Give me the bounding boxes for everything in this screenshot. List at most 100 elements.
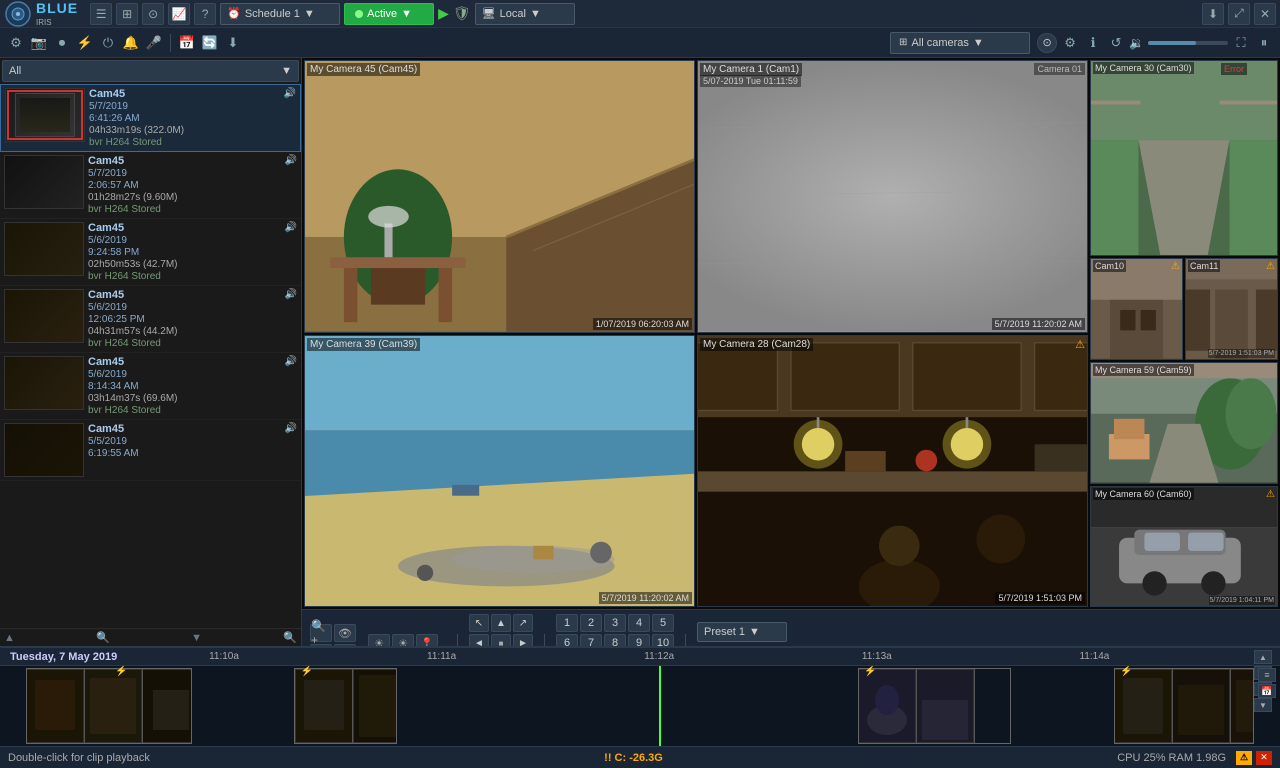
num-2[interactable]: 2	[580, 614, 602, 632]
ptz-up-right[interactable]: ↗	[513, 614, 533, 632]
clip-item[interactable]: Cam45 5/6/2019 12:06:25 PM 04h31m57s (44…	[0, 286, 301, 353]
warning-badge[interactable]: ⚠	[1236, 751, 1252, 765]
cam60-cell[interactable]: My Camera 60 (Cam60) ⚠ 5/7/2019 1:04:11 …	[1090, 486, 1278, 608]
ptz-up-left[interactable]: ↖	[469, 614, 489, 632]
time-label-4: 11:13a	[862, 651, 892, 662]
clip-item[interactable]: Cam45 5/6/2019 9:24:58 PM 02h50m53s (42.…	[0, 219, 301, 286]
scroll-down-icon[interactable]: ▼	[191, 632, 202, 644]
num-5[interactable]: 5	[652, 614, 674, 632]
second-bar: ⚙ 📷 ⏺ ⚡ ⏻ 🔔 🎤 📅 🔄 ⬇ ⊞ All cameras ▼ ⊙ ⚙ …	[0, 28, 1280, 58]
cam45-cell[interactable]: My Camera 45 (Cam45) 1/07/2019 06:20:03 …	[304, 60, 695, 333]
volume-icon[interactable]: 🔉	[1129, 36, 1144, 50]
fullscreen-icon[interactable]: ⛶	[1231, 33, 1251, 53]
timeline-header: Tuesday, 7 May 2019 11:10a 11:11a 11:12a…	[0, 648, 1280, 666]
expand-button[interactable]: ⤢	[1228, 3, 1250, 25]
refresh-icon2[interactable]: 🔄	[200, 33, 220, 53]
help-icon[interactable]: ?	[194, 3, 216, 25]
cam11-cell[interactable]: Cam11 ⚠ 5/7-2019 1:51:03 PM	[1185, 258, 1278, 360]
pause-icon[interactable]: ⏸	[1254, 33, 1274, 53]
clip-codec: bvr H264 Stored	[88, 405, 281, 416]
power-icon[interactable]: ⏻	[98, 33, 118, 53]
cam10-cell[interactable]: Cam10 ⚠	[1090, 258, 1183, 360]
tl-scroll-up[interactable]: ▲	[1254, 650, 1272, 664]
cam28-cell[interactable]: My Camera 28 (Cam28) ⚠ 5/7/2019 1:51:03 …	[697, 335, 1088, 608]
logo-text: BLUE	[36, 0, 78, 16]
gear-icon[interactable]: ⚙	[1060, 33, 1080, 53]
mic-icon[interactable]: 🎤	[144, 33, 164, 53]
clip-time: 8:14:34 AM	[88, 381, 281, 392]
cam28-label: My Camera 28 (Cam28)	[700, 338, 813, 351]
chart-icon[interactable]: 📈	[168, 3, 190, 25]
clip-name: Cam45	[88, 289, 281, 301]
tl-thumb	[859, 669, 917, 743]
tl-cam-list[interactable]: ≡	[1258, 668, 1276, 682]
clip-info: Cam45 5/7/2019 6:41:26 AM 04h33m19s (322…	[89, 88, 280, 148]
cam10-11-row: Cam10 ⚠ Cam11	[1090, 258, 1278, 360]
clip-codec: bvr H264 Stored	[88, 338, 281, 349]
cam30-cell[interactable]: My Camera 30 (Cam30) Error	[1090, 60, 1278, 256]
scroll-up-icon[interactable]: ▲	[4, 632, 15, 644]
cameras-dropdown[interactable]: ⊞ All cameras ▼	[890, 32, 1030, 54]
clip-date: 5/5/2019	[88, 436, 281, 447]
tl-segment[interactable]	[26, 668, 192, 744]
preset-dropdown[interactable]: Preset 1 ▼	[697, 622, 787, 642]
ptz-up[interactable]: ▲	[491, 614, 511, 632]
status-bar: Double-click for clip playback !! C: -26…	[0, 746, 1280, 768]
clip-item[interactable]: Cam45 5/5/2019 6:19:55 AM 🔊	[0, 420, 301, 481]
clock-icon[interactable]: ⊙	[142, 3, 164, 25]
separator-1	[170, 34, 171, 52]
volume-slider[interactable]	[1148, 41, 1228, 45]
topbar-close-button[interactable]: ✕	[1254, 3, 1276, 25]
menu-icon[interactable]: ☰	[90, 3, 112, 25]
cam1-cell[interactable]: My Camera 1 (Cam1) 5/07-2019 Tue 01:11:5…	[697, 60, 1088, 333]
alarm-icon[interactable]: 🔔	[121, 33, 141, 53]
tl-segment[interactable]	[1114, 668, 1255, 744]
monitor-icon: 🖥	[482, 7, 496, 20]
download2-icon[interactable]: ⬇	[223, 33, 243, 53]
target-icon[interactable]: ⊙	[1037, 33, 1057, 53]
error-badge[interactable]: ✕	[1256, 751, 1272, 765]
active-button[interactable]: Active ▼	[344, 3, 434, 25]
clip-list[interactable]: Cam45 5/7/2019 6:41:26 AM 04h33m19s (322…	[0, 84, 301, 628]
info-icon[interactable]: ℹ	[1083, 33, 1103, 53]
flash-icon[interactable]: ⚡	[75, 33, 95, 53]
clip-item[interactable]: Cam45 5/6/2019 8:14:34 AM 03h14m37s (69.…	[0, 353, 301, 420]
view-icon[interactable]: 👁	[334, 624, 356, 642]
timeline-tracks[interactable]: ≡ 📅 ⚡ ⚡ ⚡ ⚡	[0, 666, 1280, 746]
clip-item[interactable]: Cam45 5/7/2019 6:41:26 AM 04h33m19s (322…	[0, 84, 301, 152]
camera-capture-icon[interactable]: 📷	[29, 33, 49, 53]
num-1[interactable]: 1	[556, 614, 578, 632]
download-button[interactable]: ⬇	[1202, 3, 1224, 25]
clip-time: 6:19:55 AM	[88, 448, 281, 459]
reload-icon[interactable]: ↺	[1106, 33, 1126, 53]
zoom-out-icon[interactable]: 🔍	[283, 631, 297, 644]
cam59-cell[interactable]: My Camera 59 (Cam59)	[1090, 362, 1278, 484]
tl-segment[interactable]	[294, 668, 396, 744]
settings-icon[interactable]: ⚙	[6, 33, 26, 53]
clip-thumbnail	[4, 155, 84, 209]
clip-item[interactable]: Cam45 5/7/2019 2:06:57 AM 01h28m27s (9.6…	[0, 152, 301, 219]
local-dropdown[interactable]: 🖥 Local ▼	[475, 3, 575, 25]
num-3[interactable]: 3	[604, 614, 626, 632]
play-button[interactable]: ▶	[438, 5, 449, 22]
zoom-search-icon[interactable]: 🔍	[96, 631, 110, 644]
filter-dropdown[interactable]: All ▼	[2, 60, 299, 82]
camera-grid: My Camera 45 (Cam45) 1/07/2019 06:20:03 …	[302, 58, 1280, 609]
tl-segment[interactable]	[858, 668, 1012, 744]
tl-thumb	[1115, 669, 1173, 743]
logo-sub: IRIS	[36, 18, 78, 27]
camera-area: My Camera 45 (Cam45) 1/07/2019 06:20:03 …	[302, 58, 1280, 646]
cam1-id: Camera 01	[1034, 63, 1085, 75]
calendar-icon[interactable]: 📅	[177, 33, 197, 53]
num-4[interactable]: 4	[628, 614, 650, 632]
event-marker-4: ⚡	[1120, 666, 1132, 677]
logo-icon	[4, 0, 32, 28]
cam39-cell[interactable]: My Camera 39 (Cam39) 5/7/2019 11:20:02 A…	[304, 335, 695, 608]
tl-calendar[interactable]: 📅	[1258, 684, 1276, 698]
record-icon[interactable]: ⏺	[52, 33, 72, 53]
schedule-chevron: ▼	[304, 8, 315, 20]
shield-button[interactable]: 🛡	[453, 5, 471, 22]
schedule-dropdown[interactable]: ⏰ Schedule 1 ▼	[220, 3, 340, 25]
zoom-in-button[interactable]: 🔍+	[310, 624, 332, 642]
cameras-icon[interactable]: ⊞	[116, 3, 138, 25]
